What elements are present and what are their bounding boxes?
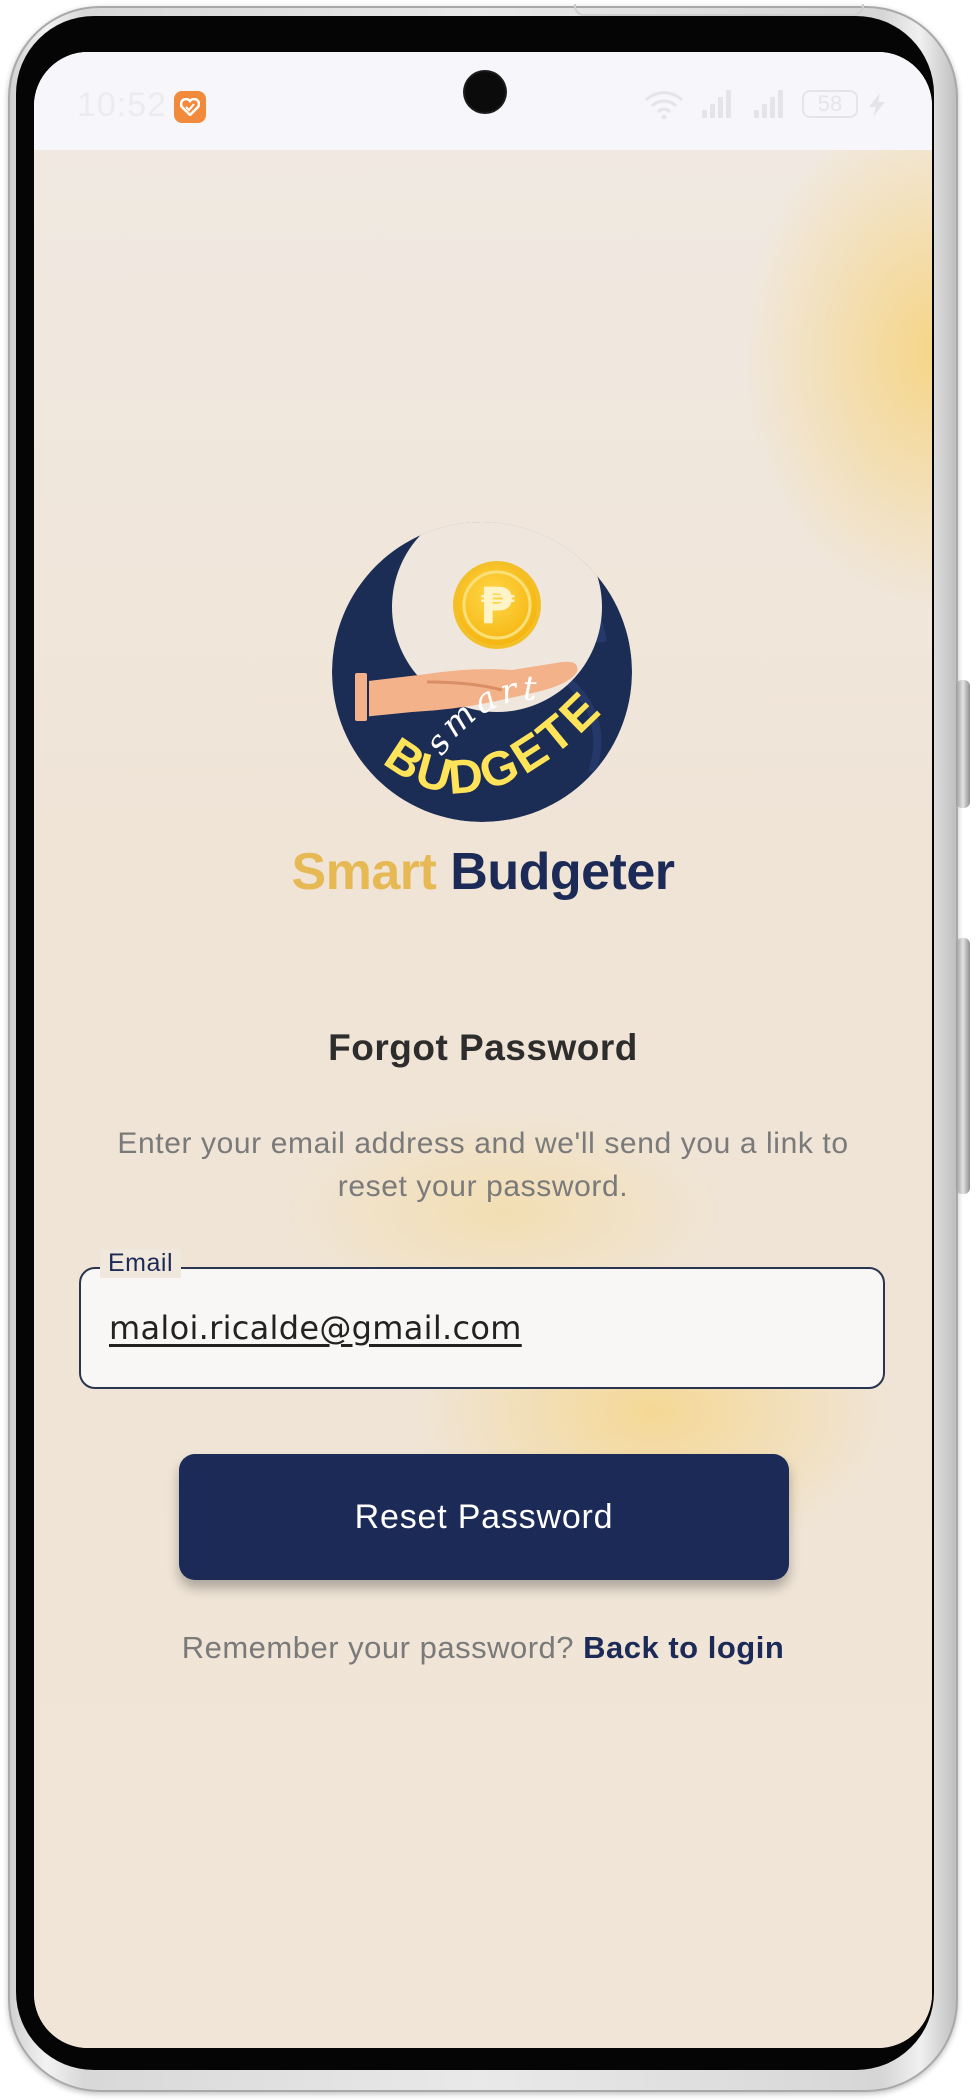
- logo-coin-symbol: ₱: [480, 577, 515, 635]
- battery-icon: 58: [802, 90, 858, 118]
- app-title: Smart Budgeter: [34, 842, 932, 902]
- volume-button: [956, 680, 970, 808]
- smart-budgeter-logo: ₱ smart BUDGETER: [332, 522, 632, 822]
- app-title-smart: Smart: [291, 843, 437, 901]
- back-to-login-link[interactable]: Back to login: [583, 1630, 784, 1665]
- battery-level: 58: [817, 91, 843, 116]
- signal-icon: [752, 88, 788, 124]
- status-time: 10:52: [77, 86, 168, 124]
- app-title-budgeter: Budgeter: [450, 843, 675, 901]
- screen: 10:52 58 ₱ smart BUDGETE Smart Budgeter …: [34, 52, 932, 2048]
- email-input-value[interactable]: maloi.ricalde@gmail.com: [109, 1309, 522, 1347]
- page-heading: Forgot Password: [328, 1027, 638, 1068]
- charging-bolt-icon: [866, 92, 888, 122]
- front-camera: [465, 72, 505, 112]
- back-to-login-row: Remember your password? Back to login: [34, 1630, 932, 1666]
- remember-password-prompt: Remember your password?: [181, 1630, 574, 1665]
- instructions-text: Enter your email address and we'll send …: [117, 1127, 849, 1203]
- status-bar: 10:52 58: [34, 52, 932, 150]
- email-field[interactable]: Email maloi.ricalde@gmail.com: [79, 1249, 885, 1389]
- reset-password-button[interactable]: Reset Password: [179, 1454, 789, 1580]
- power-button: [956, 938, 970, 1194]
- wifi-icon: [644, 88, 684, 124]
- phone-antenna-line: [574, 4, 864, 16]
- email-label: Email: [100, 1249, 182, 1278]
- heart-app-icon: [174, 91, 206, 123]
- signal-icon: [700, 88, 736, 124]
